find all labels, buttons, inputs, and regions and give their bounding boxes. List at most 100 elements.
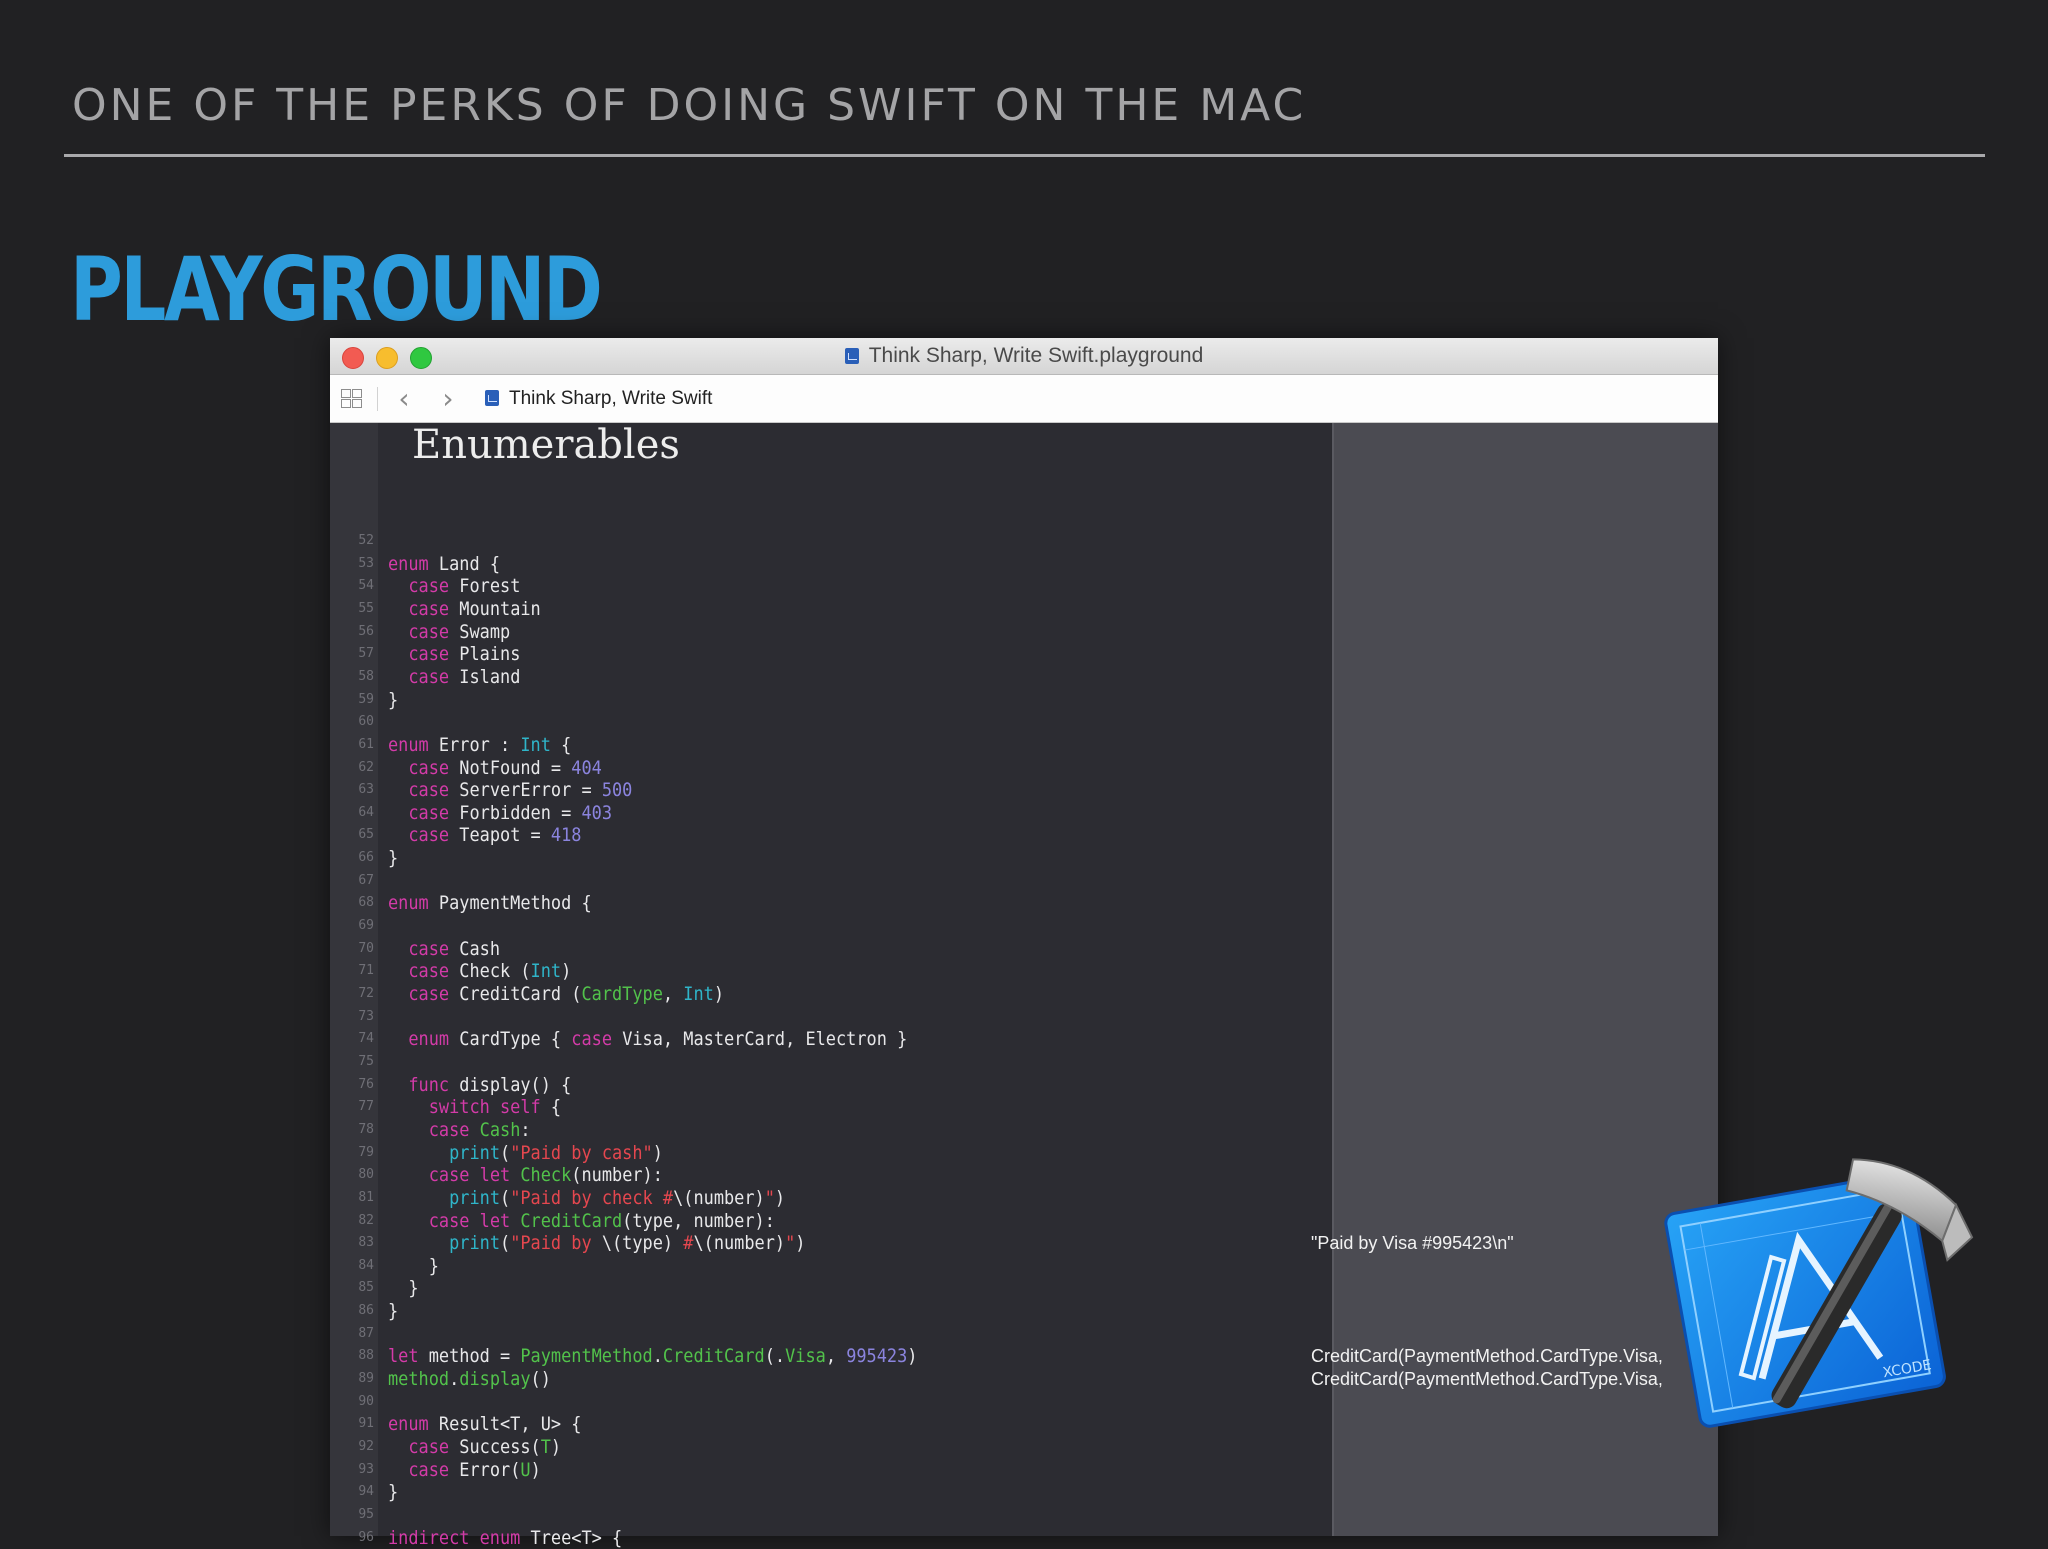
code-line[interactable]: case Plains	[388, 643, 520, 665]
code-token: enum	[388, 1413, 429, 1435]
code-line[interactable]: print("Paid by check #\(number)")	[388, 1187, 785, 1209]
code-token: method =	[418, 1345, 521, 1367]
code-line[interactable]: case Island	[388, 666, 520, 688]
code-token: case	[408, 666, 450, 688]
code-line[interactable]: }	[388, 847, 398, 869]
code-token: \(number)	[673, 1187, 765, 1209]
code-line[interactable]: print("Paid by \(type) #\(number)")	[388, 1232, 805, 1254]
code-line[interactable]: enum CardType { case Visa, MasterCard, E…	[388, 1028, 907, 1050]
code-line[interactable]: }	[388, 1300, 398, 1322]
code-line[interactable]: }	[388, 1277, 419, 1299]
code-line[interactable]: case let CreditCard(type, number):	[388, 1210, 775, 1232]
code-line[interactable]: switch self {	[388, 1096, 561, 1118]
forward-chevron-icon[interactable]: ›	[430, 375, 466, 422]
line-number: 91	[358, 1416, 374, 1431]
code-line[interactable]: enum Land {	[388, 553, 500, 575]
code-line[interactable]: enum Result<T, U> {	[388, 1413, 581, 1435]
code-line[interactable]: case Cash	[388, 938, 500, 960]
line-number: 69	[358, 918, 374, 933]
code-line[interactable]: case Teapot = 418	[388, 824, 581, 846]
window-titlebar[interactable]: Think Sharp, Write Swift.playground	[330, 338, 1718, 375]
code-token: indirect enum	[388, 1527, 521, 1549]
code-line[interactable]: case CreditCard (CardType, Int)	[388, 983, 724, 1005]
code-token: (	[500, 1187, 511, 1209]
code-line[interactable]: enum PaymentMethod {	[388, 892, 592, 914]
code-line[interactable]: case Cash:	[388, 1119, 531, 1141]
code-line[interactable]: case Forbidden = 403	[388, 802, 612, 824]
line-number: 71	[358, 963, 374, 978]
code-token: \(type)	[601, 1232, 674, 1254]
line-number: 93	[358, 1462, 374, 1477]
code-line[interactable]: case NotFound = 404	[388, 757, 601, 779]
code-token: Land {	[428, 553, 501, 575]
code-line[interactable]: }	[388, 689, 398, 711]
code-token: ()	[530, 1368, 551, 1390]
code-line[interactable]: case Mountain	[388, 598, 540, 620]
window-title: Think Sharp, Write Swift.playground	[330, 338, 1718, 374]
code-token: }	[388, 1255, 439, 1277]
zoom-button[interactable]	[410, 347, 432, 369]
line-number: 92	[358, 1439, 374, 1454]
line-number: 75	[358, 1054, 374, 1069]
line-number: 72	[358, 986, 374, 1001]
code-token: case	[408, 1459, 450, 1481]
code-token: }	[388, 1481, 399, 1503]
close-button[interactable]	[342, 347, 364, 369]
code-line[interactable]: let method = PaymentMethod.CreditCard(.V…	[388, 1345, 917, 1367]
result-value[interactable]: "Paid by Visa #995423\n"	[1311, 1232, 1514, 1254]
code-token: }	[388, 1300, 399, 1322]
line-number: 56	[358, 624, 374, 639]
breadcrumb[interactable]: Think Sharp, Write Swift	[485, 375, 712, 422]
back-chevron-icon[interactable]: ‹	[386, 375, 422, 422]
code-token: Check (	[449, 960, 531, 982]
code-line[interactable]: case ServerError = 500	[388, 779, 632, 801]
line-number: 89	[358, 1371, 374, 1386]
code-token: case	[408, 802, 450, 824]
code-token: Teapot =	[449, 824, 551, 846]
code-line[interactable]: case Forest	[388, 575, 520, 597]
code-token: )	[774, 1187, 786, 1209]
code-line[interactable]: case Success(T)	[388, 1436, 561, 1458]
code-token: (	[500, 1142, 511, 1164]
code-line[interactable]: }	[388, 1481, 398, 1503]
code-token: switch self	[428, 1096, 541, 1118]
code-token: ,	[662, 983, 684, 1005]
line-number: 54	[358, 578, 374, 593]
playground-file-icon	[844, 348, 859, 364]
code-line[interactable]: method.display()	[388, 1368, 551, 1390]
code-line[interactable]: indirect enum Tree<T> {	[388, 1527, 622, 1549]
code-line[interactable]: case Swamp	[388, 621, 510, 643]
line-number: 76	[358, 1077, 374, 1092]
code-token: Int	[683, 983, 714, 1005]
result-value[interactable]: CreditCard(PaymentMethod.CardType.Visa,	[1311, 1345, 1663, 1367]
code-line[interactable]: case Check (Int)	[388, 960, 571, 982]
line-number: 55	[358, 601, 374, 616]
line-number: 85	[358, 1280, 374, 1295]
related-items-grid-icon[interactable]	[341, 389, 363, 409]
code-token: "	[764, 1187, 775, 1209]
code-line[interactable]: }	[388, 1255, 439, 1277]
code-line[interactable]: case let Check(number):	[388, 1164, 663, 1186]
code-token: )	[652, 1142, 663, 1164]
code-token: "Paid by cash"	[510, 1142, 653, 1164]
minimize-button[interactable]	[376, 347, 398, 369]
code-line[interactable]: print("Paid by cash")	[388, 1142, 663, 1164]
code-token: }	[388, 1277, 419, 1299]
code-line[interactable]: func display() {	[388, 1074, 571, 1096]
code-token: case	[428, 1119, 470, 1141]
code-token: Error(	[449, 1459, 521, 1481]
result-value[interactable]: CreditCard(PaymentMethod.CardType.Visa,	[1311, 1368, 1663, 1390]
code-line[interactable]: enum Error : Int {	[388, 734, 571, 756]
code-token: Success(	[449, 1436, 541, 1458]
code-token: case	[408, 983, 450, 1005]
line-number: 59	[358, 692, 374, 707]
code-line[interactable]: case Error(U)	[388, 1459, 540, 1481]
